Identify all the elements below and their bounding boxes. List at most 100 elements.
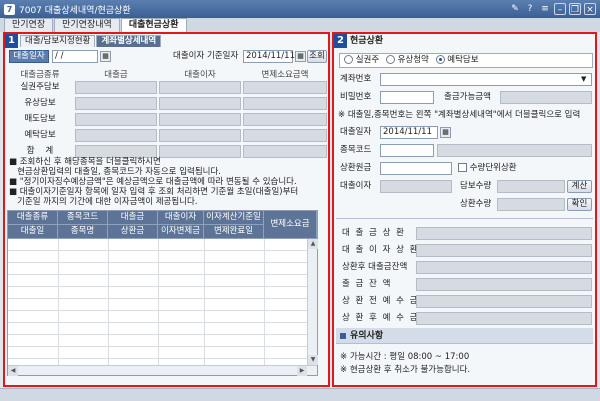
scroll-down-icon[interactable]: ▼ — [308, 355, 318, 365]
app-icon: 7 — [4, 3, 15, 15]
value-cell — [159, 97, 241, 110]
value-cell — [159, 81, 241, 94]
grid-header-cell[interactable]: 종목명 — [58, 225, 108, 239]
loan-date-button[interactable]: 대출일자 — [9, 50, 49, 63]
radio-label[interactable]: 실권주 — [356, 55, 379, 65]
row-label: 예탁담보 — [24, 130, 56, 140]
value-cell — [243, 129, 327, 142]
restore-icon[interactable]: ❐ — [569, 3, 581, 15]
value-cell — [75, 81, 157, 94]
radio-icon[interactable] — [344, 55, 353, 64]
note-line: ■ 조회하신 후 해당종목을 더블클릭하시면 — [9, 157, 161, 167]
grid-header-cell[interactable]: 대출일 — [8, 225, 58, 239]
grid-body[interactable] — [8, 239, 307, 365]
tab-extension-history[interactable]: 만기연장내역 — [54, 18, 120, 32]
qty-unit-repay-label[interactable]: 수량단위상환 — [470, 163, 517, 173]
grid-header-cell[interactable]: 대출이자 — [158, 211, 204, 225]
radio-selected-icon[interactable] — [435, 55, 445, 64]
col-header-repay-required: 변제소요금액 — [261, 70, 309, 80]
subtab-account-detail[interactable]: 계좌별상세내역 — [96, 35, 162, 47]
panel-badge-2: 2 — [334, 34, 347, 48]
value-cell — [75, 129, 157, 142]
collateral-type-radio-group: 실권주 유상청약 예탁담보 — [339, 53, 593, 68]
vertical-scrollbar[interactable]: ▲ ▼ — [307, 239, 318, 365]
summary-value — [416, 295, 592, 308]
tab-extension[interactable]: 만기연장 — [4, 18, 54, 32]
grid-header-cell[interactable]: 대출종류 — [8, 211, 58, 225]
repay-qty-label: 상환수량 — [460, 199, 492, 209]
main-tabs: 만기연장 만기연장내역 대출현금상환 — [0, 18, 600, 32]
calculate-button[interactable]: 계산 — [567, 180, 592, 193]
grid-header-cell[interactable]: 변제완료일 — [204, 225, 264, 239]
value-cell — [243, 97, 327, 110]
grid-header-cell[interactable]: 변제소요금 — [264, 211, 317, 239]
summary-label: 출 금 잔 액 — [342, 279, 392, 289]
radio-icon[interactable] — [385, 55, 395, 64]
collateral-qty-label: 담보수량 — [460, 181, 492, 191]
available-amount-label: 출금가능금액 — [444, 92, 491, 102]
help-icon[interactable]: ? — [524, 3, 536, 15]
loan-date-input[interactable]: / / — [52, 50, 98, 63]
qty-unit-repay[interactable]: 수량단위상환 — [458, 162, 517, 175]
summary-label: 대 출 금 상 환 — [342, 228, 406, 238]
summary-value — [416, 227, 592, 240]
loan-date-input[interactable]: 2014/11/11 — [380, 126, 438, 139]
table-row: 매도담보 — [7, 113, 329, 127]
tab-cash-repayment[interactable]: 대출현금상환 — [120, 18, 187, 32]
stock-code-input[interactable] — [380, 144, 434, 157]
grid-header-cell[interactable]: 종목코드 — [58, 211, 108, 225]
notice-section-title: 유의사항 — [336, 328, 593, 344]
table-row: 예탁담보 — [7, 129, 329, 143]
detail-grid[interactable]: 대출종류 종목코드 대출금 대출이자 이자계산기준일 대출일 종목명 상환금 이… — [7, 210, 318, 376]
grid-header-cell[interactable]: 이자변제금 — [158, 225, 204, 239]
pin-icon[interactable]: ✎ — [509, 3, 521, 15]
interest-base-date-label: 대출이자 기준일자 — [173, 51, 239, 61]
row-label: 실권주담보 — [20, 82, 60, 92]
scroll-right-icon[interactable]: ▶ — [297, 366, 307, 376]
minimize-icon[interactable]: – — [554, 3, 566, 15]
calendar-icon[interactable]: ▦ — [440, 127, 451, 138]
left-subtabs: 대출/담보지정현황 계좌별상세내역 — [20, 35, 162, 47]
stock-code-label: 종목코드 — [340, 145, 372, 155]
radio-label[interactable]: 예탁담보 — [447, 55, 478, 65]
value-cell — [159, 129, 241, 142]
loan-interest-label: 대출이자 — [340, 181, 372, 191]
notice-line: ※ 가능시간 : 평일 08:00 ~ 17:00 — [340, 352, 470, 362]
panel-title: 현금상환 — [350, 36, 384, 46]
note-line: ■ "정기이자징수예상금액"은 예상금액으로 대출금액에 따라 변동될 수 있습… — [9, 177, 297, 187]
radio-label[interactable]: 유상청약 — [398, 55, 429, 65]
calendar-icon[interactable]: ▦ — [295, 51, 306, 62]
chevron-down-icon[interactable]: ▼ — [581, 74, 586, 85]
repay-principal-input[interactable] — [380, 162, 452, 175]
col-header-loan-amount: 대출금 — [104, 70, 128, 80]
summary-value — [416, 278, 592, 291]
password-input[interactable] — [380, 91, 434, 104]
loan-interest-value — [380, 180, 452, 193]
password-label: 비밀번호 — [340, 92, 372, 102]
scroll-left-icon[interactable]: ◀ — [8, 366, 18, 376]
interest-base-date-input[interactable]: 2014/11/11 — [243, 50, 295, 63]
close-icon[interactable]: × — [584, 3, 596, 15]
repay-principal-label: 상환원금 — [340, 163, 372, 173]
menu-icon[interactable]: ≡ — [539, 3, 551, 15]
title-bar: 7 7007 대출상세내역/현금상환 ✎ ? ≡ – ❐ × — [0, 0, 600, 18]
scroll-up-icon[interactable]: ▲ — [308, 239, 318, 249]
grid-header-cell[interactable]: 상환금 — [108, 225, 158, 239]
value-cell — [75, 97, 157, 110]
row-label: 유상담보 — [24, 98, 56, 108]
query-button[interactable]: 조회 — [307, 50, 327, 63]
available-amount-value — [500, 91, 592, 104]
horizontal-scrollbar[interactable]: ◀ ▶ — [8, 365, 317, 376]
subtab-collateral-status[interactable]: 대출/담보지정현황 — [20, 35, 96, 47]
note-line: ■ 대출이자기준일자 항목에 일자 입력 후 조회 처리하면 기준월 초일(대출… — [9, 187, 299, 197]
instruction-text: ※ 대출일,종목번호는 왼쪽 "계좌별상세내역"에서 더블클릭으로 입력 — [338, 110, 581, 120]
grid-header-cell[interactable]: 대출금 — [108, 211, 158, 225]
grid-header-cell[interactable]: 이자계산기준일 — [204, 211, 264, 225]
summary-label: 대 출 이 자 상 환 — [342, 245, 419, 255]
account-select[interactable] — [380, 73, 592, 86]
calendar-icon[interactable]: ▦ — [100, 51, 111, 62]
summary-label: 상환후 대출금잔액 — [342, 262, 408, 272]
confirm-button[interactable]: 확인 — [567, 198, 592, 211]
value-cell — [159, 113, 241, 126]
checkbox-icon[interactable] — [458, 163, 467, 172]
